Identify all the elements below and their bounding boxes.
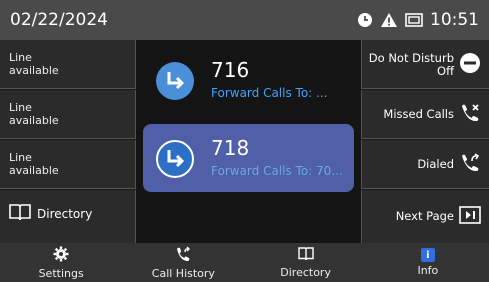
nav-call-history-label: Call History [151, 266, 215, 280]
dnd-key-label: Do Not Disturb Off [368, 50, 454, 78]
nav-directory[interactable]: Directory [245, 243, 367, 282]
nav-call-history[interactable]: Call History [122, 243, 244, 282]
dnd-key-content: Do Not Disturb Off [369, 40, 481, 89]
status-icons: 10:51 [357, 10, 479, 30]
dialed-label: Dialed [417, 157, 454, 171]
missed-calls-key[interactable]: Missed Calls [361, 90, 489, 139]
line-key-label: Line available [9, 51, 59, 77]
directory-key[interactable]: Directory [0, 190, 136, 243]
call-number: 718 [211, 136, 250, 160]
phone-screen: 02/22/2024 10:51 Line available Line ava… [0, 0, 489, 282]
dnd-label-line1: Do Not Disturb [368, 50, 454, 65]
nav-info[interactable]: i Info [367, 243, 489, 282]
nav-directory-label: Directory [280, 265, 331, 279]
next-page-content: Next Page [396, 190, 481, 243]
forward-icon [156, 62, 194, 100]
call-history-icon [175, 246, 191, 265]
left-softkeys: Line available Line available Line avail… [0, 40, 136, 243]
do-not-disturb-key[interactable]: Do Not Disturb Off [361, 40, 489, 89]
missed-call-icon [459, 102, 481, 127]
call-entry-selected[interactable]: 718 Forward Calls To: 70... [143, 124, 354, 192]
nav-info-label: Info [417, 264, 439, 277]
dnd-label-line2: Off [437, 63, 454, 78]
dialed-call-icon [459, 152, 481, 177]
nav-settings-label: Settings [38, 266, 84, 280]
forward-icon [156, 140, 194, 178]
status-bar: 02/22/2024 10:51 [0, 0, 489, 40]
forward-status: Forward Calls To: ... [211, 86, 328, 100]
book-icon [9, 203, 31, 224]
do-not-disturb-icon [459, 52, 481, 77]
next-page-icon [459, 205, 481, 228]
missed-calls-content: Missed Calls [383, 90, 481, 139]
book-icon [297, 246, 314, 264]
directory-key-content: Directory [9, 203, 92, 224]
next-page-key[interactable]: Next Page [361, 190, 489, 243]
call-list: 716 Forward Calls To: ... 718 Forward Ca… [136, 40, 361, 243]
clock-icon [357, 12, 373, 28]
nav-settings[interactable]: Settings [0, 243, 122, 282]
call-number: 716 [211, 58, 250, 82]
line-key-label: Line available [9, 151, 59, 177]
directory-key-label: Directory [37, 206, 93, 221]
line-key-1[interactable]: Line available [0, 40, 136, 89]
forward-status: Forward Calls To: 70... [211, 164, 343, 178]
status-time: 10:51 [430, 10, 479, 30]
next-page-label: Next Page [395, 209, 454, 223]
call-entry[interactable]: 716 Forward Calls To: ... [143, 46, 354, 114]
line-key-3[interactable]: Line available [0, 140, 136, 189]
missed-calls-label: Missed Calls [383, 107, 454, 121]
line-key-label: Line available [9, 101, 59, 127]
right-softkeys: Do Not Disturb Off Missed Calls Dialed N… [361, 40, 489, 243]
bottom-nav: Settings Call History Directory i Info [0, 243, 489, 282]
status-date: 02/22/2024 [10, 10, 108, 30]
info-icon: i [420, 248, 435, 262]
gear-icon [53, 246, 69, 265]
warning-icon [380, 12, 398, 28]
message-icon [405, 12, 423, 28]
dialed-key[interactable]: Dialed [361, 140, 489, 189]
line-key-2[interactable]: Line available [0, 90, 136, 139]
dialed-content: Dialed [417, 140, 481, 189]
